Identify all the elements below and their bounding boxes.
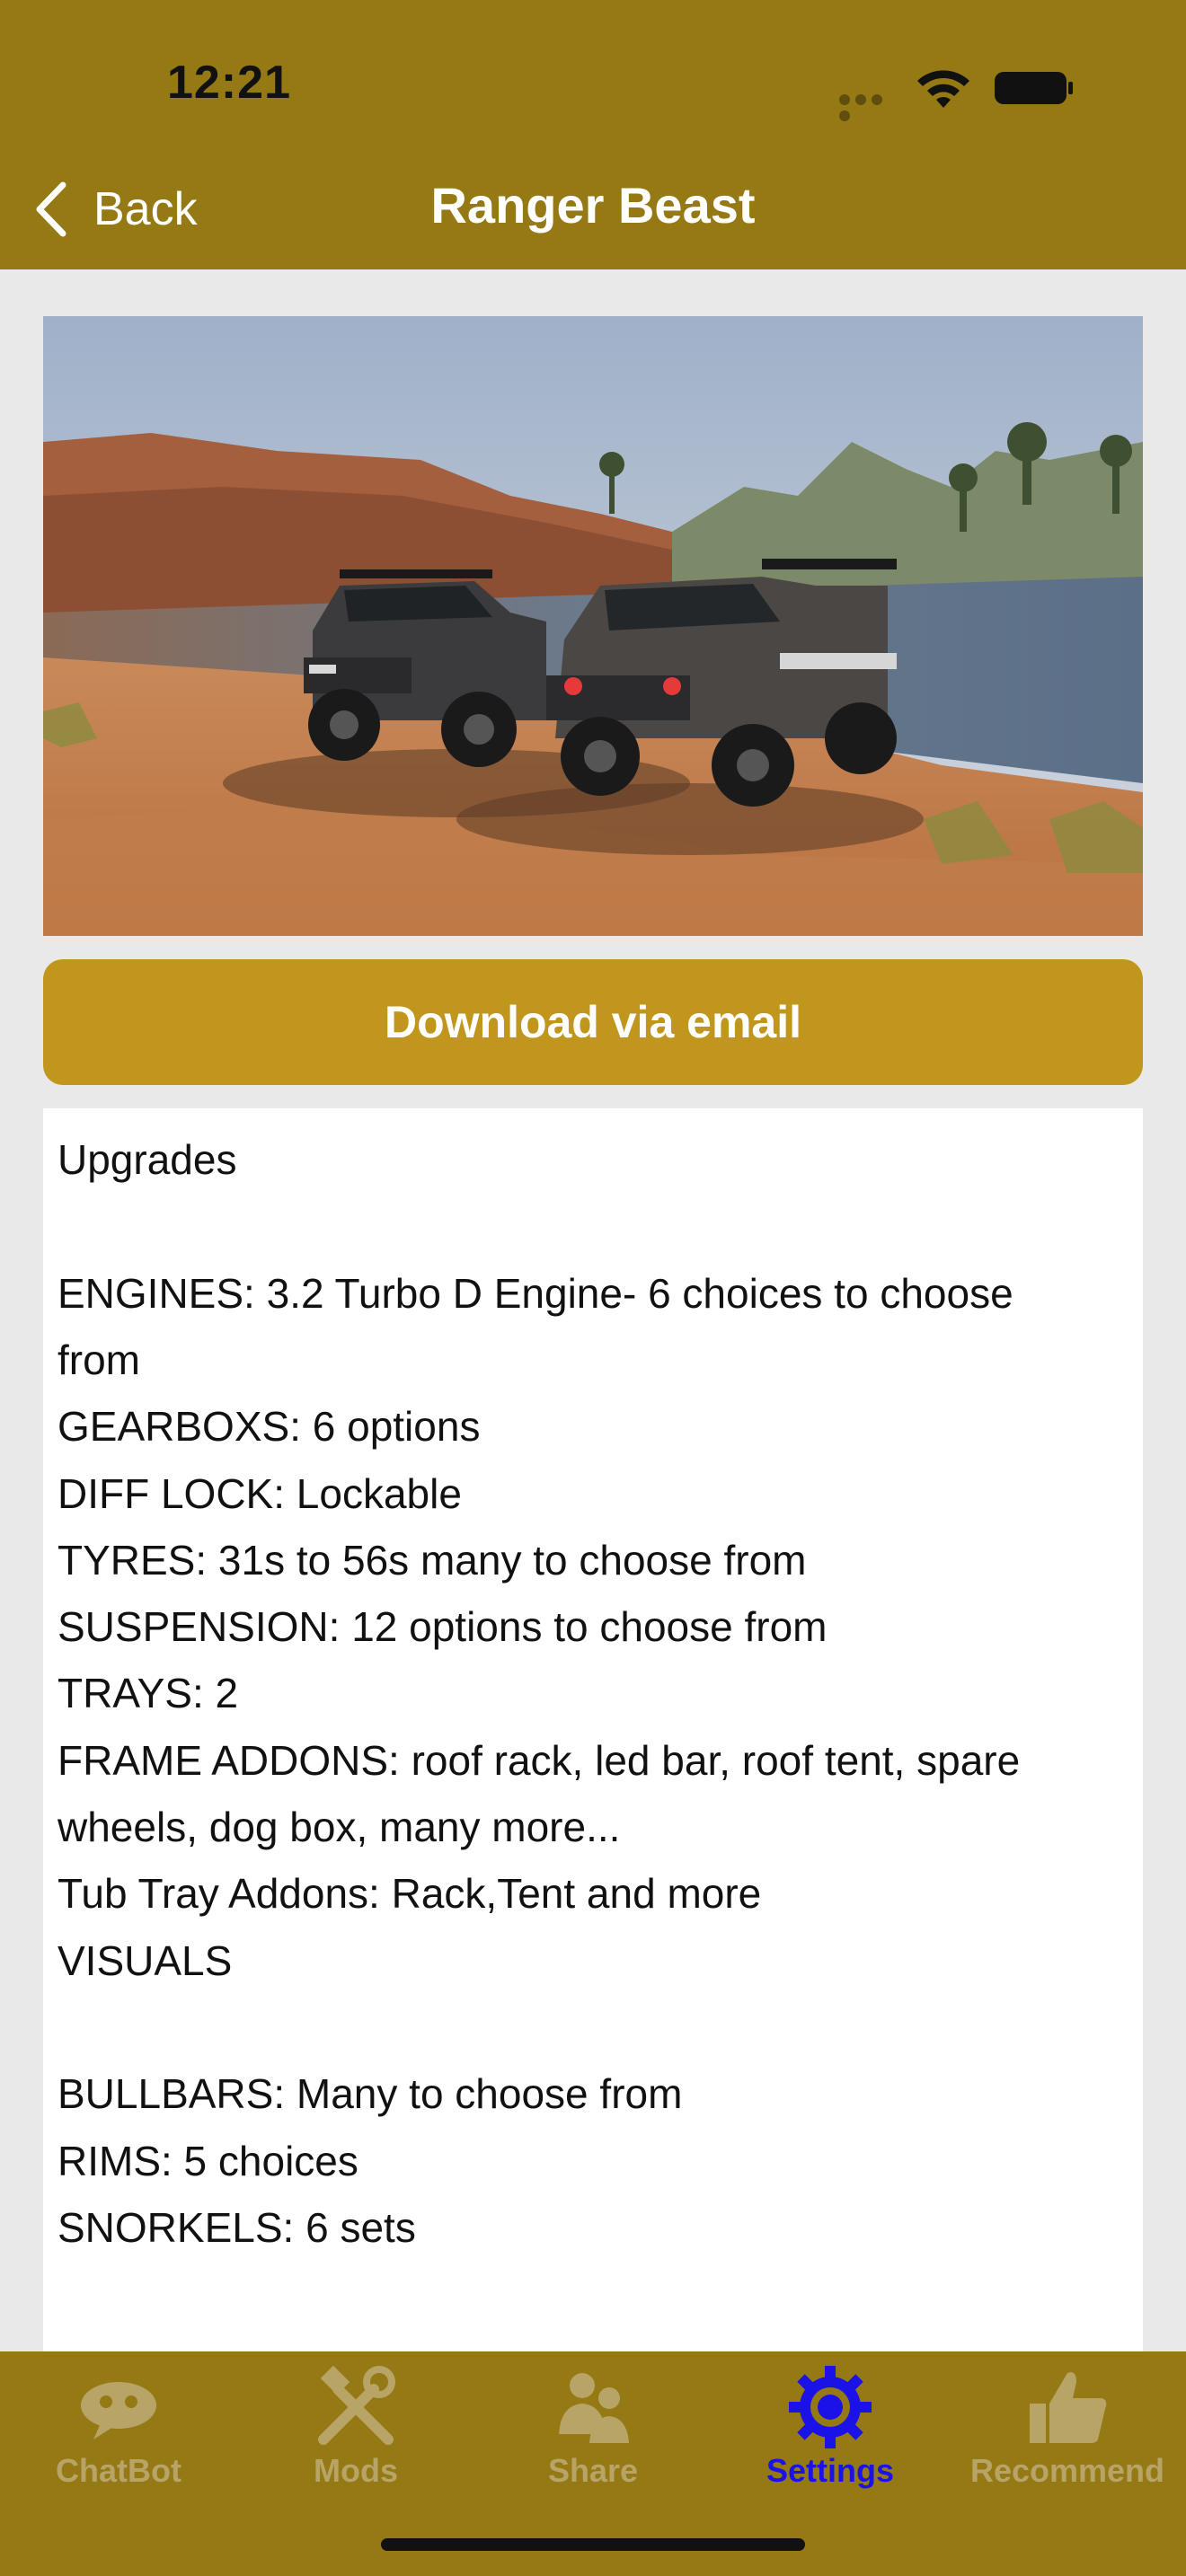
download-via-email-button[interactable]: Download via email xyxy=(43,959,1143,1085)
description-line: VISUALS xyxy=(58,1936,233,1984)
description-line: DIFF LOCK: Lockable xyxy=(58,1469,462,1517)
share-people-icon xyxy=(559,2373,629,2443)
mod-description: Upgrades ENGINES: 3.2 Turbo D Engine- 6 c… xyxy=(43,1108,1143,2366)
description-line: SUSPENSION: 12 options to choose from xyxy=(58,1603,828,1651)
description-line: ENGINES: 3.2 Turbo D Engine- 6 choices t… xyxy=(58,1269,1013,1317)
description-line: from xyxy=(58,1336,140,1383)
description-line: GEARBOXS: 6 options xyxy=(58,1403,481,1451)
navigation-header: 12:21 Back Ranger Beast xyxy=(0,0,1186,269)
description-line: BULLBARS: Many to choose from xyxy=(58,2070,683,2118)
tab-label: ChatBot xyxy=(56,2452,181,2489)
tab-mods[interactable]: Mods xyxy=(237,2351,474,2504)
page-title: Ranger Beast xyxy=(430,177,756,234)
tab-recommend[interactable]: Recommend xyxy=(949,2351,1186,2504)
cellular-signal-icon xyxy=(839,93,902,121)
description-line: wheels, dog box, many more... xyxy=(58,1804,621,1850)
tab-label: Share xyxy=(547,2452,639,2489)
tools-icon xyxy=(318,2365,395,2445)
tab-label: Mods xyxy=(314,2452,398,2489)
tab-label: Settings xyxy=(766,2452,894,2489)
description-line: SNORKELS: 6 sets xyxy=(58,2203,416,2251)
description-line: Upgrades xyxy=(58,1136,237,1183)
status-time: 12:21 xyxy=(167,57,291,109)
tab-chatbot[interactable]: ChatBot xyxy=(0,2351,237,2504)
chatbot-icon xyxy=(81,2382,156,2439)
tab-share[interactable]: Share xyxy=(474,2351,712,2504)
description-line: RIMS: 5 choices xyxy=(58,2137,358,2184)
gear-icon xyxy=(789,2366,872,2448)
mod-preview-image xyxy=(43,316,1143,936)
description-line: TRAYS: 2 xyxy=(58,1670,239,1717)
tab-label: Recommend xyxy=(969,2452,1165,2489)
thumbs-up-icon xyxy=(1030,2372,1107,2443)
description-line: TYRES: 31s to 56s many to choose from xyxy=(58,1536,807,1584)
description-line: Tub Tray Addons: Rack,Tent and more xyxy=(58,1870,762,1918)
battery-icon xyxy=(995,72,1073,104)
tab-settings[interactable]: Settings xyxy=(712,2351,949,2504)
wifi-icon xyxy=(917,70,969,108)
home-indicator xyxy=(381,2538,805,2551)
description-line: FRAME ADDONS: roof rack, led bar, roof t… xyxy=(58,1736,1021,1784)
